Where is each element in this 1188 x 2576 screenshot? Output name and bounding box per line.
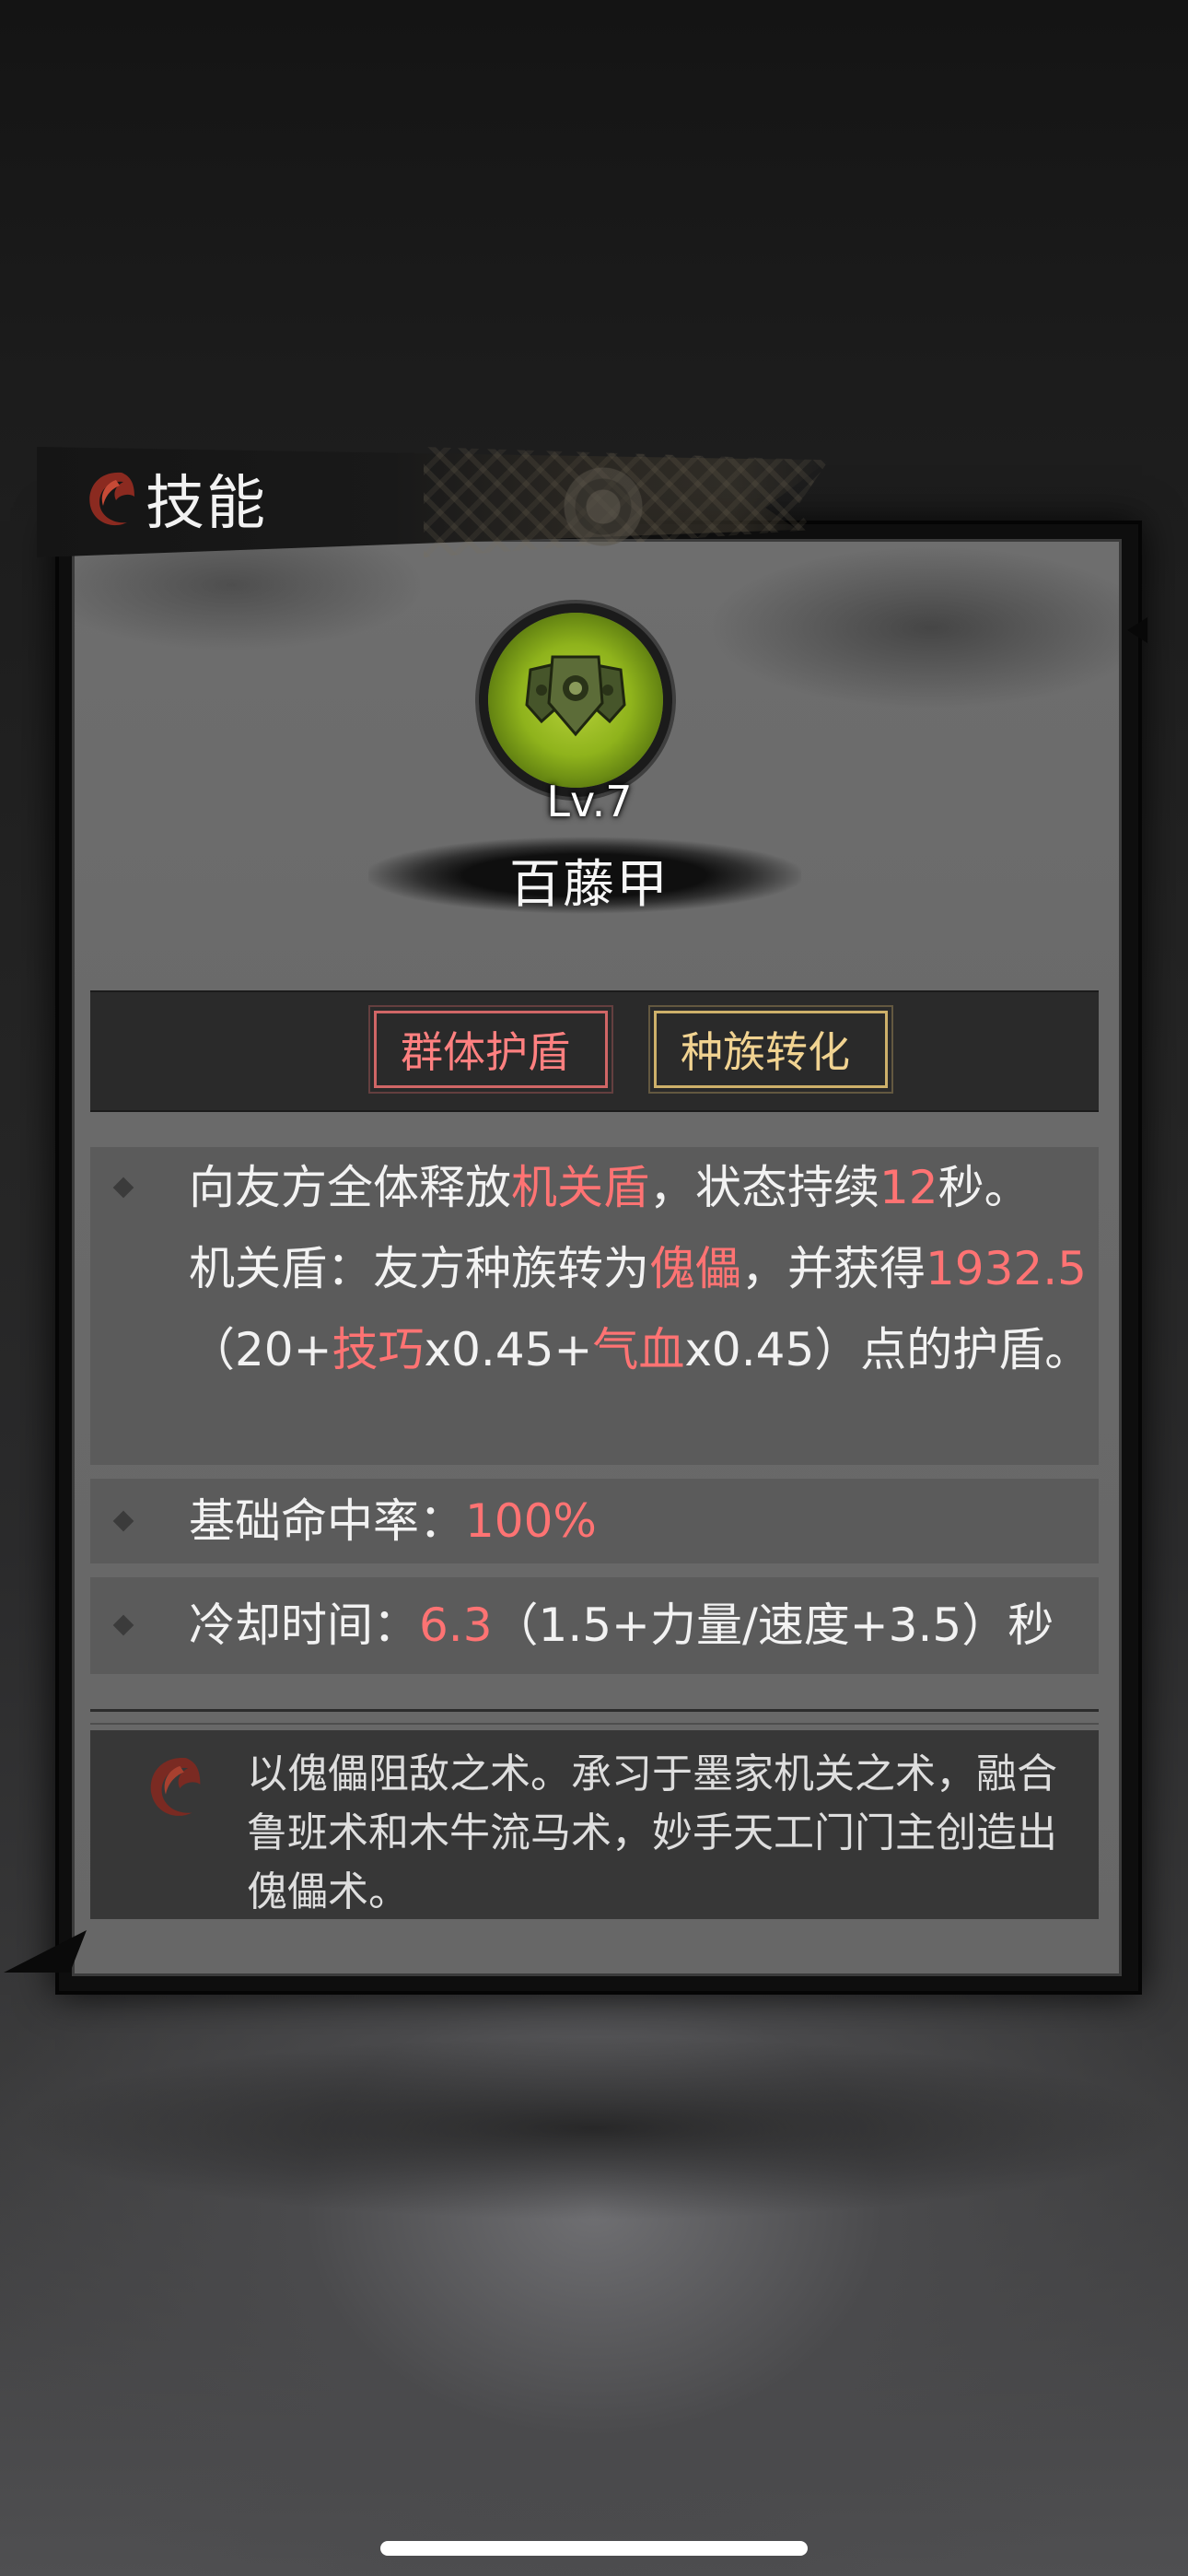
hit-rate-value: 100% [465,1494,597,1548]
tag-bar: 群体护盾 种族转化 [90,990,1099,1112]
swirl-icon [89,472,134,526]
desc-highlight: 技巧 [332,1323,425,1376]
cooldown-label: 冷却时间： [189,1598,419,1652]
diamond-bullet-icon [112,1177,134,1199]
desc-highlight: 傀儡 [649,1242,741,1295]
desc-text: ，并获得 [741,1242,926,1295]
diamond-bullet-icon [112,1510,134,1532]
diamond-bullet-icon [112,1614,134,1636]
cooldown-row: 冷却时间：6.3（1.5+力量/速度+3.5）秒 [90,1577,1099,1674]
desc-text: 向友方全体释放 [189,1161,511,1214]
lore-text: 以傀儡阻敌之术。承习于墨家机关之术，融合鲁班术和木牛流马术，妙手天工门门主创造出… [247,1751,1057,1915]
title-flower-ornament [553,465,654,548]
desc-highlight: 12 [879,1161,938,1214]
tag-race-change: 种族转化 [648,1005,893,1094]
desc-highlight: 机关盾 [511,1161,649,1214]
desc-highlight: 1932.5 [926,1242,1087,1295]
desc-text: ，状态持续 [649,1161,879,1214]
skill-level: Lv.7 [546,777,633,826]
cooldown-formula: （1.5+力量/速度+3.5）秒 [492,1598,1054,1652]
desc-text: x0.45+ [424,1323,593,1376]
description-row: 向友方全体释放机关盾，状态持续12秒。 机关盾：友方种族转为傀儡，并获得1932… [90,1147,1099,1465]
frame-decoration [1127,617,1147,643]
skill-name: 百藤甲 [509,855,670,915]
desc-highlight: 气血 [592,1323,685,1376]
home-indicator[interactable] [380,2541,808,2556]
desc-text: 机关盾：友方种族转为 [189,1242,649,1295]
tag-group-shield: 群体护盾 [368,1005,613,1094]
swirl-icon [150,1757,201,1816]
cooldown-value: 6.3 [419,1598,493,1652]
desc-text: 秒。 [938,1161,1031,1214]
shield-cluster-icon [525,655,626,737]
divider [90,1709,1099,1725]
desc-text: x0.45）点的护盾。 [684,1323,1091,1376]
hit-rate-row: 基础命中率：100% [90,1479,1099,1563]
skill-icon[interactable] [488,613,663,788]
panel-title: 技能 [146,470,267,538]
desc-text: （20+ [189,1323,332,1376]
hit-rate-label: 基础命中率： [189,1494,465,1548]
background-fog [0,2027,1188,2230]
lore-box: 以傀儡阻敌之术。承习于墨家机关之术，融合鲁班术和木牛流马术，妙手天工门门主创造出… [90,1730,1099,1919]
skill-dialog: 技能 Lv.7 百藤甲 群体护盾 种族转化 向友方全体释放机关盾，状态持续12秒… [4,447,1147,1995]
